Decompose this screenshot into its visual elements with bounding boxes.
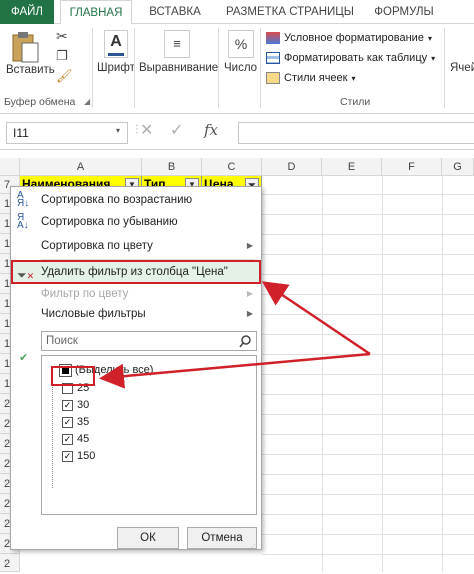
annotation-arrows	[99, 281, 371, 389]
annotation-arrow	[99, 352, 371, 389]
annotation-arrow	[261, 281, 371, 356]
